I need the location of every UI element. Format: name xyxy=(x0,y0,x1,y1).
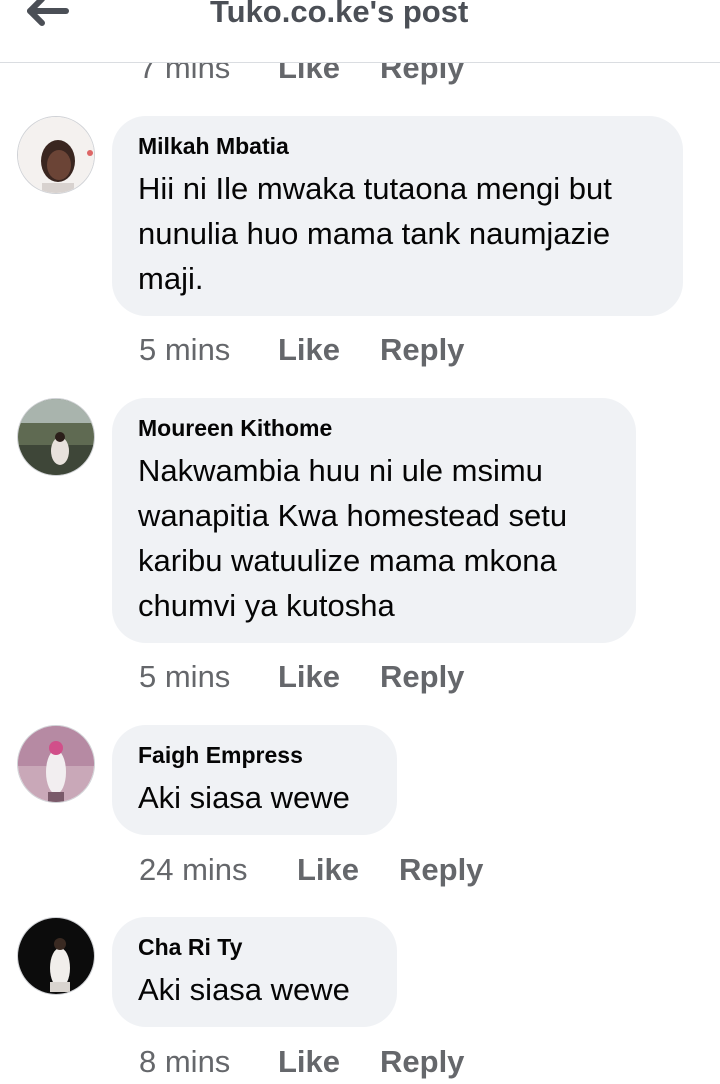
back-button[interactable] xyxy=(26,0,70,32)
comment-author[interactable]: Cha Ri Ty xyxy=(138,933,371,961)
comment-text: Aki siasa wewe xyxy=(138,972,350,1007)
reply-button[interactable]: Reply xyxy=(380,659,464,695)
comment-time: 24 mins xyxy=(139,852,248,887)
page-title: Tuko.co.ke's post xyxy=(210,0,469,29)
comment-text: Aki siasa wewe xyxy=(138,780,350,815)
post-header: Tuko.co.ke's post xyxy=(0,0,720,63)
avatar[interactable] xyxy=(17,116,95,194)
like-button[interactable]: Like xyxy=(278,332,340,368)
avatar[interactable] xyxy=(17,398,95,476)
comment-actions: 5 mins Like Reply xyxy=(0,659,720,699)
like-button[interactable]: Like xyxy=(278,1044,340,1080)
comment-text: Nakwambia huu ni ule msimu wanapitia Kwa… xyxy=(138,453,568,623)
comment-author[interactable]: Faigh Empress xyxy=(138,741,371,769)
comment-bubble: Faigh Empress Aki siasa wewe xyxy=(112,725,397,835)
comment-bubble: Milkah Mbatia Hii ni Ile mwaka tutaona m… xyxy=(112,116,683,316)
comment-text: Hii ni Ile mwaka tutaona mengi but nunul… xyxy=(138,171,612,296)
like-button[interactable]: Like xyxy=(278,659,340,695)
reply-button[interactable]: Reply xyxy=(380,1044,464,1080)
comment-author[interactable]: Milkah Mbatia xyxy=(138,132,657,160)
comment-time: 5 mins xyxy=(139,659,231,694)
comment-actions: 8 mins Like Reply xyxy=(0,1044,720,1084)
avatar[interactable] xyxy=(17,725,95,803)
reply-button[interactable]: Reply xyxy=(399,852,483,888)
comment-actions: 5 mins Like Reply xyxy=(0,332,720,372)
comment-bubble: Cha Ri Ty Aki siasa wewe xyxy=(112,917,397,1027)
comment-time: 5 mins xyxy=(139,332,231,367)
comment-bubble: Moureen Kithome Nakwambia huu ni ule msi… xyxy=(112,398,636,643)
comment-author[interactable]: Moureen Kithome xyxy=(138,414,610,442)
back-arrow-icon xyxy=(27,0,69,26)
comment-actions: 24 mins Like Reply xyxy=(0,852,720,892)
reply-button[interactable]: Reply xyxy=(380,332,464,368)
avatar[interactable] xyxy=(17,917,95,995)
like-button[interactable]: Like xyxy=(297,852,359,888)
comment-time: 8 mins xyxy=(139,1044,231,1079)
